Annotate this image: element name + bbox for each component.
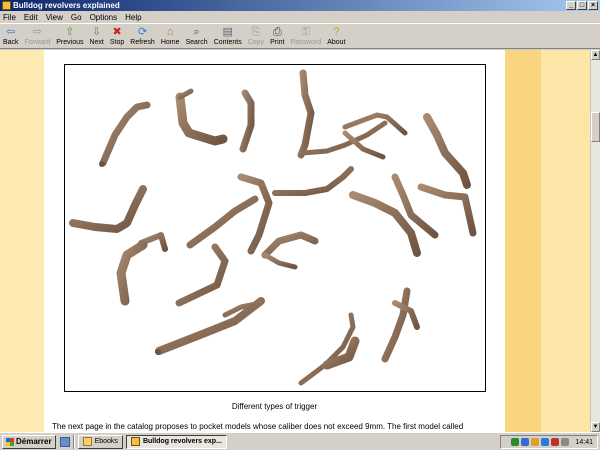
task-bulldog-label: Bulldog revolvers exp...: [142, 438, 222, 445]
start-button[interactable]: Démarrer: [2, 434, 56, 449]
scroll-up-button[interactable]: ▲: [591, 50, 600, 60]
quicklaunch-icon[interactable]: [59, 436, 70, 447]
toolbar-label: Refresh: [130, 39, 155, 46]
task-bulldog[interactable]: Bulldog revolvers exp...: [125, 434, 227, 449]
body-paragraph: The next page in the catalog proposes to…: [52, 422, 464, 431]
toolbar-about-button[interactable]: ? About: [327, 24, 345, 47]
toolbar-label: Copy: [247, 39, 265, 46]
folder-icon: [82, 437, 92, 446]
menu-edit[interactable]: Edit: [24, 13, 38, 22]
stop-icon: ✖: [112, 26, 122, 38]
right-decorative-band: [505, 50, 541, 432]
toolbar-forward-button[interactable]: ⇨ Forward: [25, 24, 51, 47]
tray-shield-icon[interactable]: [541, 438, 550, 446]
tray-arrow-icon[interactable]: [511, 438, 520, 446]
toolbar-label: About: [327, 39, 346, 46]
menu-options[interactable]: Options: [90, 13, 118, 22]
close-button[interactable]: ×: [588, 1, 598, 10]
tray-alert-icon[interactable]: [551, 438, 560, 446]
toolbar-label: Back: [3, 39, 19, 46]
trigger-illustration: [69, 69, 477, 386]
copy-icon: ⎘: [251, 26, 261, 38]
toolbar-refresh-button[interactable]: ⟳ Refresh: [130, 24, 155, 47]
tray-app-icon[interactable]: [531, 438, 540, 446]
toolbar-label: Print: [270, 39, 285, 46]
system-tray: 14:41: [500, 435, 598, 449]
maximize-button[interactable]: □: [577, 1, 587, 10]
clock: 14:41: [575, 438, 593, 446]
refresh-icon: ⟳: [137, 26, 148, 38]
task-ebooks-label: Ebooks: [94, 438, 118, 445]
toolbar-stop-button[interactable]: ✖ Stop: [110, 24, 124, 47]
toolbar-label: Next: [89, 39, 104, 46]
window-title: Bulldog revolvers explained: [13, 1, 120, 10]
window-controls: _ □ ×: [566, 1, 598, 10]
right-light-band: [541, 50, 590, 432]
app-icon: [2, 1, 11, 10]
menu-file[interactable]: File: [3, 13, 16, 22]
toolbar-label: Previous: [56, 39, 84, 46]
windows-logo-icon: [6, 437, 14, 446]
menu-bar: File Edit View Go Options Help: [0, 11, 600, 23]
arrow-down-icon: ⇩: [92, 26, 102, 38]
toolbar-previous-button[interactable]: ⇧ Previous: [56, 24, 83, 47]
toolbar-back-button[interactable]: ⇦ Back: [3, 24, 19, 47]
about-icon: ?: [333, 26, 340, 38]
contents-icon: ▤: [222, 26, 233, 38]
toolbar-search-button[interactable]: ⌕ Search: [186, 24, 208, 47]
minimize-button[interactable]: _: [566, 1, 576, 10]
menu-help[interactable]: Help: [125, 13, 141, 22]
ebook-icon: [130, 437, 140, 446]
taskbar-separator: [72, 434, 75, 449]
photo-caption: Different types of trigger: [231, 402, 318, 411]
print-icon: ⎙: [272, 26, 282, 38]
menu-go[interactable]: Go: [71, 13, 82, 22]
toolbar-print-button[interactable]: ⎙ Print: [270, 24, 284, 47]
toolbar-label: Contents: [213, 39, 242, 46]
toolbar-label: Stop: [109, 39, 125, 46]
toolbar-label: Forward: [24, 39, 51, 46]
toolbar-copy-button[interactable]: ⎘ Copy: [248, 24, 264, 47]
toolbar-home-button[interactable]: ⌂ Home: [161, 24, 180, 47]
title-bar: Bulldog revolvers explained _ □ ×: [0, 0, 600, 11]
trigger-photo: [64, 64, 486, 392]
taskbar: Démarrer Ebooks Bulldog revolvers exp...…: [0, 432, 600, 450]
scroll-down-button[interactable]: ▼: [591, 422, 600, 432]
scroll-thumb[interactable]: [591, 112, 600, 142]
toolbar-password-button[interactable]: ⚿ Password: [290, 24, 321, 47]
toolbar: ⇦ Back ⇨ Forward ⇧ Previous ⇩ Next ✖ Stop ⟳ Refresh…: [0, 23, 600, 49]
tray-network-icon[interactable]: [521, 438, 530, 446]
toolbar-label: Home: [160, 39, 180, 46]
content-area: Different types of trigger The next page…: [0, 50, 590, 432]
page-body: [44, 50, 505, 432]
toolbar-contents-button[interactable]: ▤ Contents: [214, 24, 242, 47]
task-ebooks[interactable]: Ebooks: [77, 434, 123, 449]
toolbar-label: Search: [185, 39, 208, 46]
menu-view[interactable]: View: [46, 13, 63, 22]
search-icon: ⌕: [193, 26, 200, 38]
arrow-left-icon: ⇦: [6, 26, 16, 38]
vertical-scrollbar[interactable]: ▲ ▼: [590, 50, 600, 432]
arrow-right-icon: ⇨: [32, 26, 43, 38]
key-icon: ⚿: [301, 26, 311, 38]
start-label: Démarrer: [16, 437, 52, 446]
home-icon: ⌂: [166, 26, 174, 38]
left-decorative-band: [0, 50, 44, 432]
toolbar-next-button[interactable]: ⇩ Next: [89, 24, 103, 47]
toolbar-label: Password: [290, 39, 322, 46]
tray-volume-icon[interactable]: [561, 438, 570, 446]
arrow-up-icon: ⇧: [65, 26, 75, 38]
